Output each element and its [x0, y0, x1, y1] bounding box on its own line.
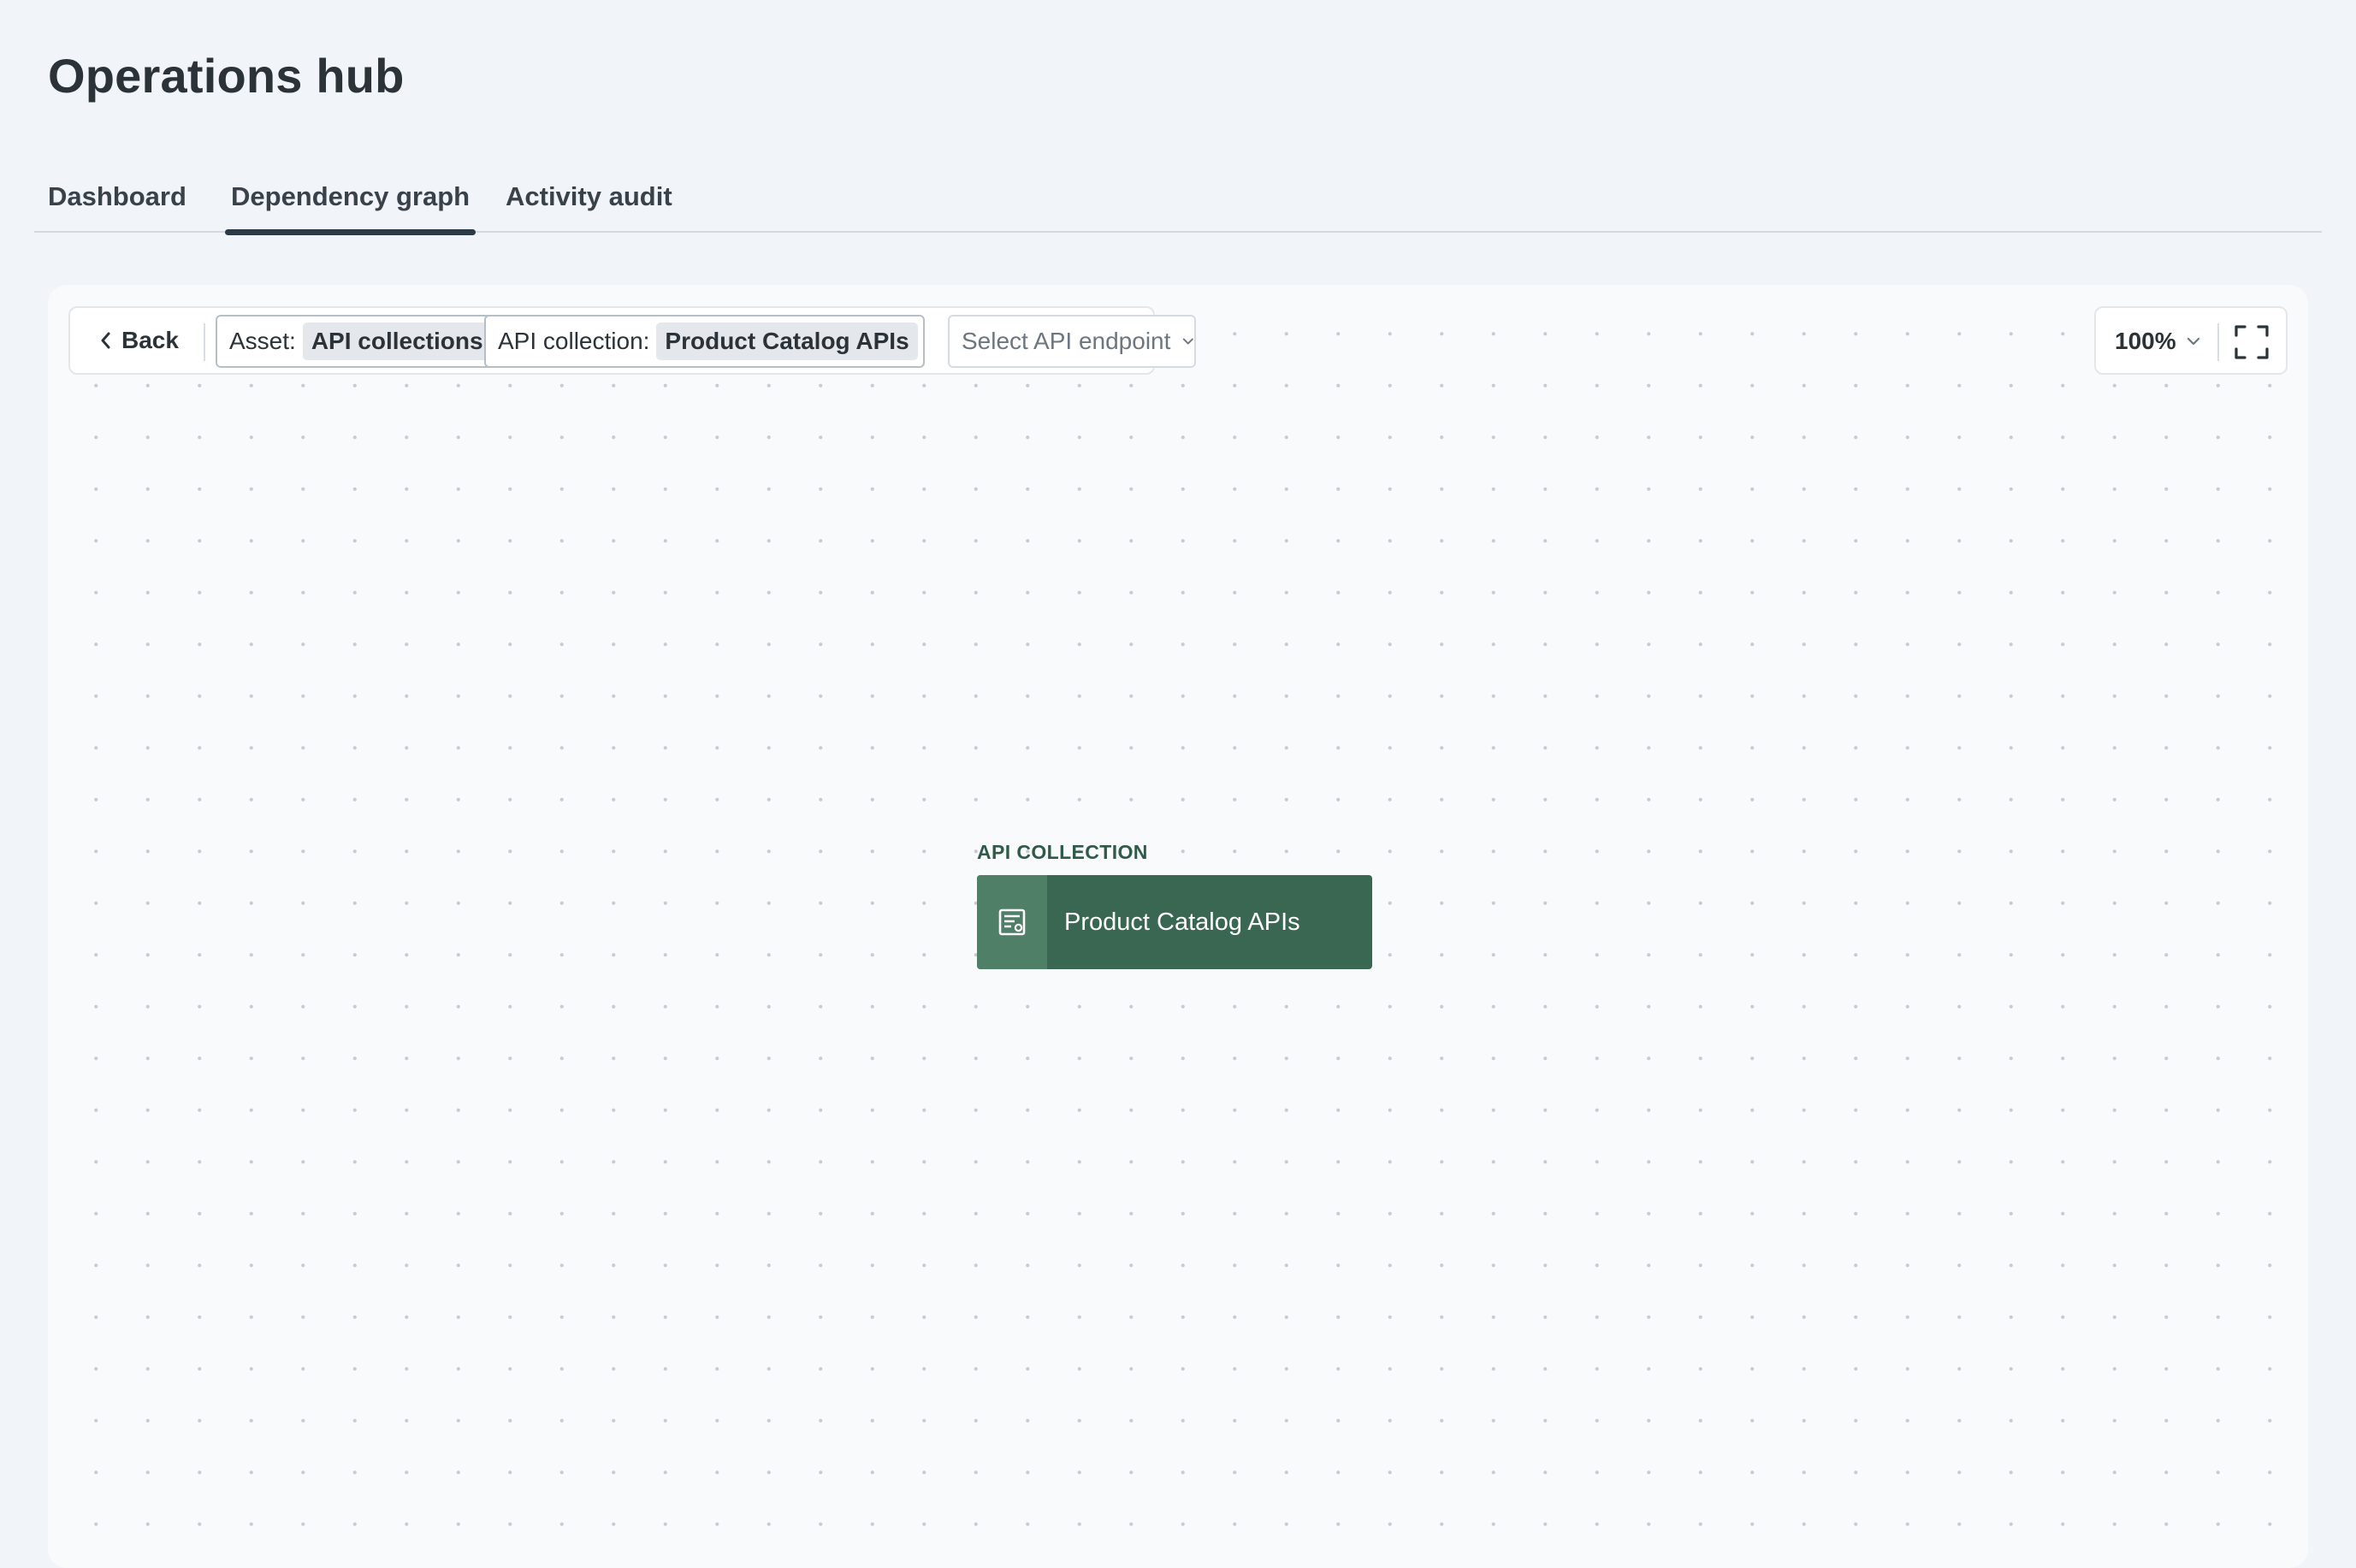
page-title: Operations hub [48, 49, 405, 103]
chevron-left-icon [101, 332, 110, 349]
zoom-select[interactable]: 100% [2115, 318, 2200, 364]
graph-node[interactable]: Product Catalog APIs [977, 875, 1372, 969]
tab-activity-audit[interactable]: Activity audit [506, 181, 672, 233]
node-type-caption: API COLLECTION [977, 841, 1148, 863]
asset-chip-label: Asset: [229, 328, 296, 354]
tab-dashboard[interactable]: Dashboard [48, 181, 186, 233]
api-collection-icon [998, 908, 1026, 936]
zoom-toolbar: 100% [2094, 306, 2288, 375]
toolbar-divider [204, 323, 205, 361]
endpoint-select[interactable]: Select API endpoint [948, 315, 1196, 368]
breadcrumb-toolbar: Back Asset: API collections API collecti… [68, 306, 1196, 375]
collection-chip-value: Product Catalog APIs [656, 322, 918, 360]
back-label: Back [121, 327, 179, 353]
endpoint-select-placeholder: Select API endpoint [962, 328, 1171, 354]
chevron-down-icon [2187, 337, 2199, 346]
collection-chip-label: API collection: [498, 328, 650, 354]
back-button[interactable]: Back [84, 318, 212, 363]
tab-dependency-graph[interactable]: Dependency graph [224, 181, 477, 235]
tab-bar: Dashboard Dependency graph Activity audi… [34, 171, 2322, 235]
collection-filter-chip[interactable]: API collection: Product Catalog APIs [484, 315, 925, 368]
chevron-down-icon [1183, 338, 1194, 345]
fullscreen-icon[interactable] [2233, 323, 2270, 361]
zoom-divider [2217, 323, 2219, 361]
asset-chip-value: API collections [302, 322, 492, 360]
node-icon-box [977, 875, 1047, 969]
graph-canvas[interactable]: Back Asset: API collections API collecti… [48, 285, 2308, 1568]
node-label: Product Catalog APIs [1064, 908, 1300, 936]
asset-filter-chip[interactable]: Asset: API collections [216, 315, 499, 368]
zoom-value: 100% [2115, 328, 2176, 354]
